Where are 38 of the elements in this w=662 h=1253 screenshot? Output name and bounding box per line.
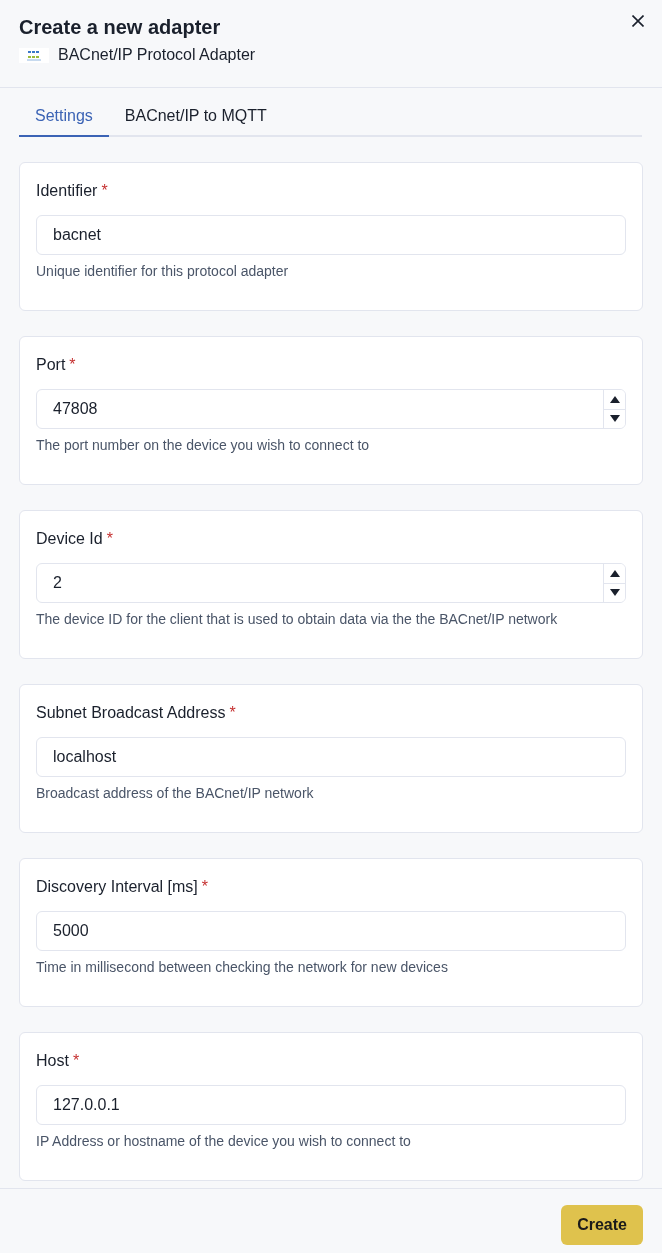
up-triangle-icon — [609, 569, 620, 577]
close-icon — [632, 15, 644, 27]
increment-button[interactable] — [604, 564, 625, 584]
create-button[interactable]: Create — [561, 1205, 643, 1245]
help-text: The port number on the device you wish to connect to — [36, 436, 371, 455]
number-input-field[interactable]: 2 — [36, 563, 626, 603]
required-mark: * — [101, 181, 108, 201]
help-text: Broadcast address of the BACnet/IP network — [36, 784, 315, 803]
text-input-field[interactable]: bacnet — [36, 215, 626, 255]
field-label: Port — [36, 355, 66, 375]
help-text: The device ID for the client that is used to obtain data via the the BACnet/IP network — [36, 610, 559, 629]
field-label: Discovery Interval [ms] — [36, 877, 198, 897]
help-text: Unique identifier for this protocol adapter — [36, 262, 290, 281]
logo-icon — [19, 47, 49, 63]
increment-button[interactable] — [604, 390, 625, 410]
required-mark: * — [72, 1051, 80, 1071]
required-mark: * — [201, 877, 209, 897]
dialog-title: Create a new adapter — [19, 15, 221, 40]
help-text: IP Address or hostname of the device you wish to connect to — [36, 1132, 412, 1151]
required-mark: * — [106, 529, 113, 549]
field-label: Host — [36, 1051, 69, 1071]
field-label: Subnet Broadcast Address — [36, 703, 226, 723]
required-mark: * — [69, 355, 76, 375]
down-triangle-icon — [609, 589, 620, 597]
text-input-field[interactable]: 127.0.0.1 — [36, 1085, 626, 1125]
help-text: Time in millisecond between checking the network for new devices — [36, 958, 449, 977]
up-triangle-icon — [609, 395, 620, 403]
number-input-field[interactable]: 47808 — [36, 389, 626, 429]
field-label: Device Id — [36, 529, 103, 549]
dialog-subtitle: BACnet/IP Protocol Adapter — [58, 45, 256, 65]
text-input-field[interactable]: 5000 — [36, 911, 626, 951]
required-mark: * — [229, 703, 236, 723]
text-input-field[interactable]: localhost — [36, 737, 626, 777]
tab[interactable]: Settings — [19, 97, 109, 137]
field-label: Identifier — [36, 181, 98, 201]
tab[interactable]: BACnet/IP to MQTT — [108, 97, 283, 137]
close-button[interactable] — [629, 12, 647, 30]
down-triangle-icon — [609, 415, 620, 423]
